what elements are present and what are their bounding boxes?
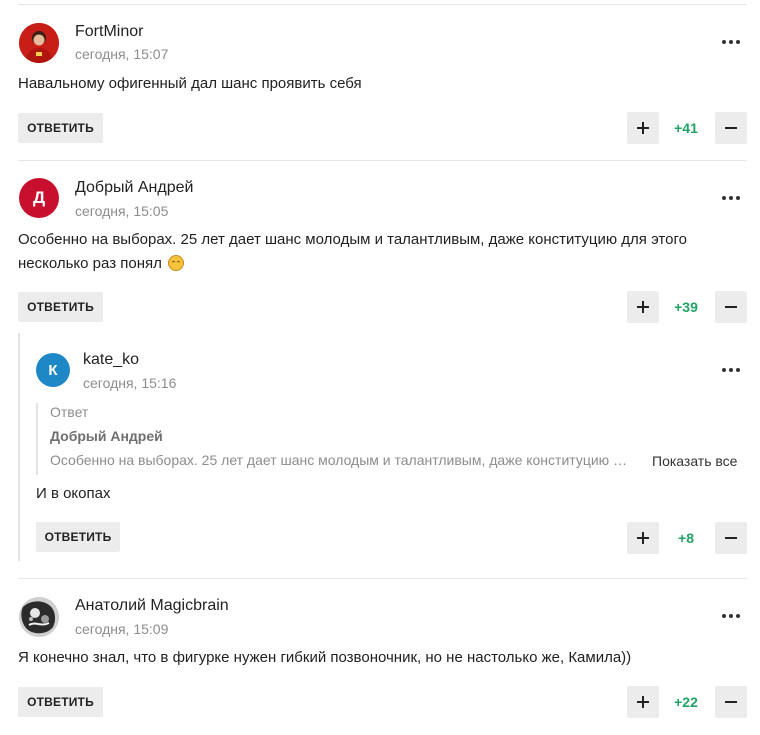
comment-text: Я конечно знал, что в фигурке нужен гибк… (18, 649, 632, 666)
plus-icon (637, 532, 649, 544)
minus-icon (725, 306, 737, 308)
quote-label: Ответ (50, 404, 89, 420)
avatar-dobryi-andrei[interactable]: Д (19, 178, 59, 218)
minus-icon (725, 127, 737, 129)
separator (18, 578, 747, 579)
comment-author[interactable]: Добрый Андрей (75, 179, 193, 197)
separator-top (18, 4, 747, 5)
downvote-button[interactable] (715, 686, 747, 718)
avatar-fortminor[interactable] (19, 23, 59, 63)
comment-time: сегодня, 15:16 (83, 375, 177, 391)
comment-author[interactable]: FortMinor (75, 23, 143, 41)
comment-text: Особенно на выборах. 25 лет дает шанс мо… (18, 228, 738, 276)
comment-text: И в окопах (36, 485, 111, 502)
minus-icon (725, 701, 737, 703)
upvote-button[interactable] (627, 291, 659, 323)
reply-button[interactable]: ОТВЕТИТЬ (36, 522, 120, 552)
plus-icon (637, 122, 649, 134)
more-options-icon[interactable] (717, 360, 745, 380)
vote-score: +22 (674, 694, 698, 710)
upvote-button[interactable] (627, 686, 659, 718)
avatar-letter: К (48, 361, 58, 379)
comment-time: сегодня, 15:05 (75, 203, 169, 219)
vote-score: +39 (674, 299, 698, 315)
avatar-kate-ko[interactable]: К (36, 353, 70, 387)
upvote-button[interactable] (627, 112, 659, 144)
avatar-letter: Д (32, 188, 46, 207)
thread-indent-line (18, 333, 20, 561)
comment-text: Навальному офигенный дал шанс проявить с… (18, 75, 362, 92)
user-photo-icon (19, 23, 59, 63)
plus-icon (637, 696, 649, 708)
reply-button[interactable]: ОТВЕТИТЬ (18, 113, 103, 143)
comment-text-line: несколько раз понял (18, 255, 162, 272)
more-options-icon[interactable] (717, 188, 745, 208)
show-all-link[interactable]: Показать все (652, 453, 737, 469)
comment-author[interactable]: kate_ko (83, 351, 139, 369)
comment-text-line: Особенно на выборах. 25 лет дает шанс мо… (18, 231, 687, 248)
quote-author[interactable]: Добрый Андрей (50, 428, 163, 444)
upvote-button[interactable] (627, 522, 659, 554)
downvote-button[interactable] (715, 291, 747, 323)
plus-icon (637, 301, 649, 313)
quote-text: Особенно на выборах. 25 лет дает шанс мо… (50, 452, 628, 468)
downvote-button[interactable] (715, 112, 747, 144)
comment-time: сегодня, 15:09 (75, 621, 169, 637)
downvote-button[interactable] (715, 522, 747, 554)
comment-time: сегодня, 15:07 (75, 46, 169, 62)
smirk-emoji-icon (168, 255, 185, 271)
reply-button[interactable]: ОТВЕТИТЬ (18, 292, 103, 322)
avatar-anatolii-magicbrain[interactable] (19, 597, 59, 637)
reply-button[interactable]: ОТВЕТИТЬ (18, 687, 103, 717)
more-options-icon[interactable] (717, 32, 745, 52)
more-options-icon[interactable] (717, 606, 745, 626)
comment-author[interactable]: Анатолий Magicbrain (75, 597, 229, 615)
minus-icon (725, 537, 737, 539)
user-photo-icon (19, 597, 59, 637)
vote-score: +8 (678, 530, 694, 546)
vote-score: +41 (674, 120, 698, 136)
separator (18, 160, 747, 161)
quote-indent-line (36, 403, 38, 475)
